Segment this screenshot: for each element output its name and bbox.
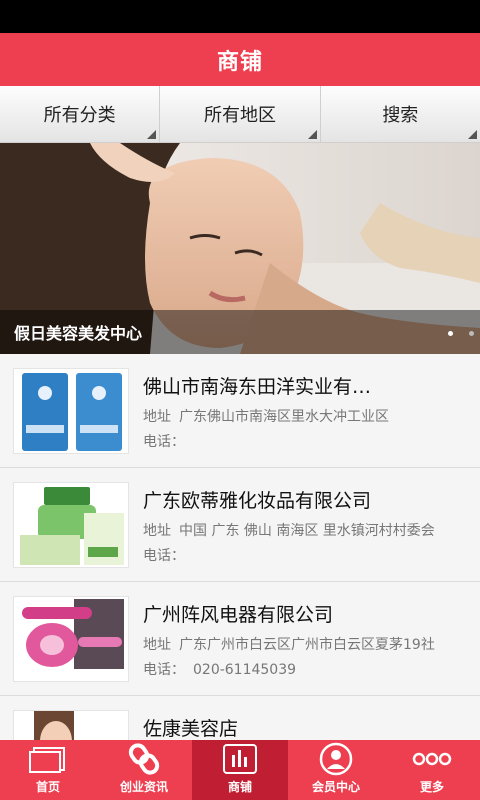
address-value: 中国 广东 佛山 南海区 里水镇河村村委会 (179, 523, 435, 539)
user-icon (319, 742, 353, 776)
banner-caption-bar: 假日美容美发中心 (0, 310, 480, 354)
filter-region-label: 所有地区 (203, 105, 276, 126)
shop-address: 地址 广东佛山市南海区里水大冲工业区 (143, 406, 475, 426)
carousel-indicator (448, 331, 474, 336)
address-label: 地址 (143, 523, 171, 539)
shop-thumbnail (13, 710, 129, 740)
shop-list-item[interactable]: 佐康美容店 (0, 696, 480, 740)
shop-list-item[interactable]: 广州阵风电器有限公司 地址 广东广州市白云区广州市白云区夏茅19社 电话： 020-… (0, 582, 480, 696)
tab-more[interactable]: 更多 (384, 740, 480, 800)
shop-thumbnail (13, 596, 129, 682)
green-cream-jar-image (14, 483, 128, 567)
filter-category-label: 所有分类 (43, 105, 116, 126)
shop-phone: 电话： (143, 545, 475, 565)
shop-thumbnail (13, 368, 129, 454)
bottom-tab-bar: 首页 创业资讯 商铺 会员中心 更多 (0, 740, 480, 800)
banner-caption: 假日美容美发中心 (14, 324, 143, 343)
tab-home[interactable]: 首页 (0, 740, 96, 800)
status-bar (0, 0, 480, 33)
dropdown-corner-icon (467, 130, 477, 139)
shop-name: 广州阵风电器有限公司 (143, 604, 334, 626)
dropdown-corner-icon (307, 130, 317, 139)
phone-label: 电话： (143, 548, 185, 564)
shop-thumbnail (13, 482, 129, 568)
home-icon (28, 743, 68, 775)
tab-label: 创业资讯 (119, 780, 168, 794)
bar-chart-icon (223, 743, 257, 775)
title-bar: 商铺 (0, 33, 480, 86)
tab-label: 商铺 (227, 780, 252, 794)
tab-label: 更多 (419, 780, 444, 794)
shop-name: 佐康美容店 (143, 718, 239, 740)
more-dots-icon (412, 743, 452, 775)
address-label: 地址 (143, 409, 171, 425)
address-value: 广东佛山市南海区里水大冲工业区 (179, 409, 389, 425)
address-value: 广东广州市白云区广州市白云区夏茅19社 (179, 637, 435, 653)
link-icon (128, 743, 160, 775)
banner-carousel[interactable]: 假日美容美发中心 (0, 143, 480, 354)
phone-label: 电话： (143, 662, 185, 678)
shop-phone: 电话： (143, 431, 475, 451)
shop-name: 广东欧蒂雅化妆品有限公司 (143, 490, 372, 512)
phone-label: 电话： (143, 434, 185, 450)
hair-curler-image (14, 597, 128, 681)
shop-list-item[interactable]: 佛山市南海东田洋实业有… 地址 广东佛山市南海区里水大冲工业区 电话： (0, 354, 480, 468)
filter-bar: 所有分类 所有地区 搜索 (0, 86, 480, 143)
dropdown-corner-icon (147, 130, 157, 139)
tab-member-center[interactable]: 会员中心 (288, 740, 384, 800)
filter-category-button[interactable]: 所有分类 (0, 86, 161, 142)
shop-phone: 电话： 020-61145039 (143, 659, 475, 679)
filter-region-button[interactable]: 所有地区 (160, 86, 321, 142)
shop-address: 地址 中国 广东 佛山 南海区 里水镇河村村委会 (143, 520, 475, 540)
shop-list-item[interactable]: 广东欧蒂雅化妆品有限公司 地址 中国 广东 佛山 南海区 里水镇河村村委会 电话： (0, 468, 480, 582)
tab-label: 首页 (35, 780, 60, 794)
address-label: 地址 (143, 637, 171, 653)
filter-search-button[interactable]: 搜索 (321, 86, 480, 142)
tab-label: 会员中心 (311, 780, 360, 794)
tab-business-news[interactable]: 创业资讯 (96, 740, 192, 800)
blue-bottles-image (14, 369, 128, 453)
page-title: 商铺 (216, 49, 263, 75)
shop-list: 佛山市南海东田洋实业有… 地址 广东佛山市南海区里水大冲工业区 电话： 广东欧蒂雅… (0, 354, 480, 740)
carousel-dot (469, 331, 474, 336)
woman-face-image (14, 711, 128, 740)
tab-shops[interactable]: 商铺 (192, 740, 288, 800)
carousel-dot-active (448, 331, 453, 336)
shop-name: 佛山市南海东田洋实业有… (143, 376, 372, 398)
filter-search-label: 搜索 (382, 105, 419, 126)
shop-address: 地址 广东广州市白云区广州市白云区夏茅19社 (143, 634, 475, 654)
phone-value: 020-61145039 (193, 662, 297, 678)
